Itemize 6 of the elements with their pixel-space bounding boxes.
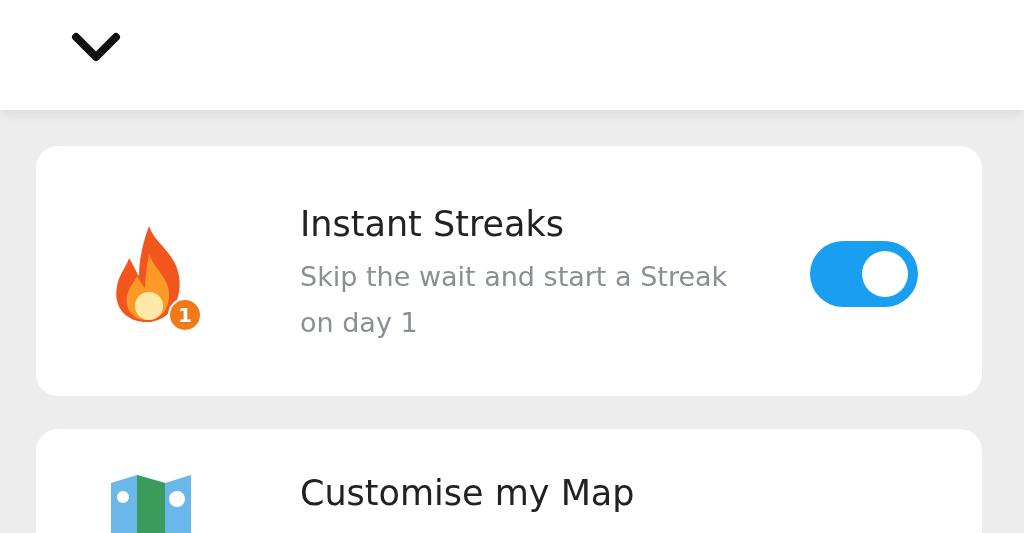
setting-title: Instant Streaks [300, 203, 565, 246]
setting-card[interactable]: Customise my Map [36, 429, 982, 533]
setting-card[interactable]: 1 Instant Streaks Skip the wait and start a Streak on day 1 [36, 146, 982, 396]
setting-description: Skip the wait and start a Streak on day 1 [300, 260, 729, 340]
setting-title: Customise my Map [300, 473, 636, 513]
count-badge: 1 [168, 298, 202, 332]
